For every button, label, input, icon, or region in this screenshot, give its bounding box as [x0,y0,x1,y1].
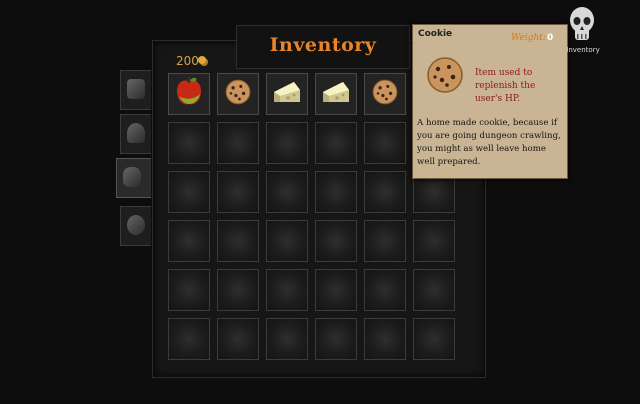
inventory-slot[interactable] [315,269,357,311]
inventory-slot[interactable] [266,318,308,360]
inventory-slot[interactable] [413,318,455,360]
inventory-slot[interactable] [315,220,357,262]
inventory-slot[interactable] [364,220,406,262]
inventory-slot[interactable] [266,73,308,115]
inventory-slot[interactable] [315,73,357,115]
inventory-slot[interactable] [168,122,210,164]
cheese-icon [272,78,302,110]
inventory-slot[interactable] [364,171,406,213]
inventory-slot[interactable] [364,122,406,164]
cookie-icon [224,78,252,110]
inventory-slot[interactable] [266,171,308,213]
cheese-icon [321,78,351,110]
inventory-slot[interactable] [168,220,210,262]
inventory-slot[interactable] [266,220,308,262]
cookie-icon [427,57,463,93]
inventory-slot[interactable] [364,318,406,360]
skull-label: Inventory [566,46,600,54]
tooltip-weight-value: 0 [547,33,554,43]
tooltip-short-description: Item used to replenish the user's HP. [475,68,536,104]
gear-icon [127,215,145,235]
inventory-slot[interactable] [217,122,259,164]
inventory-slot[interactable] [266,122,308,164]
inventory-slot[interactable] [315,318,357,360]
gold-amount: 200 [176,54,199,68]
inventory-slot[interactable] [168,318,210,360]
inventory-header: Inventory [236,25,410,69]
item-tooltip: Cookie Weight: 0 Item used to replenish … [412,24,568,179]
bag-icon [123,167,141,187]
inventory-slot[interactable] [217,171,259,213]
inventory-slot[interactable] [266,269,308,311]
inventory-slot[interactable] [217,73,259,115]
inventory-slot[interactable] [168,171,210,213]
inventory-slot[interactable] [413,220,455,262]
tab-equipment[interactable] [120,70,151,110]
inventory-slot[interactable] [315,171,357,213]
tab-armor[interactable] [120,114,151,154]
tooltip-long-description: A home made cookie, because if you are g… [417,118,561,167]
tab-crafting[interactable] [120,206,151,246]
skull-icon[interactable] [568,6,596,44]
inventory-slot[interactable] [315,122,357,164]
gold-coin-icon [198,56,206,64]
inventory-slot[interactable] [217,269,259,311]
tab-bag[interactable] [116,158,151,198]
cookie-icon [371,78,399,110]
boots-icon [127,79,145,99]
inventory-slot[interactable] [217,318,259,360]
tooltip-item-name: Cookie [418,29,453,39]
inventory-slot[interactable] [364,269,406,311]
inventory-slot[interactable] [413,269,455,311]
inventory-slot[interactable] [168,73,210,115]
apple-icon [174,76,204,112]
helmet-icon [127,123,145,143]
inventory-slot[interactable] [168,269,210,311]
inventory-slot[interactable] [364,73,406,115]
inventory-title: Inventory [269,34,377,56]
inventory-slot[interactable] [217,220,259,262]
tooltip-weight-label: Weight: [511,33,546,43]
